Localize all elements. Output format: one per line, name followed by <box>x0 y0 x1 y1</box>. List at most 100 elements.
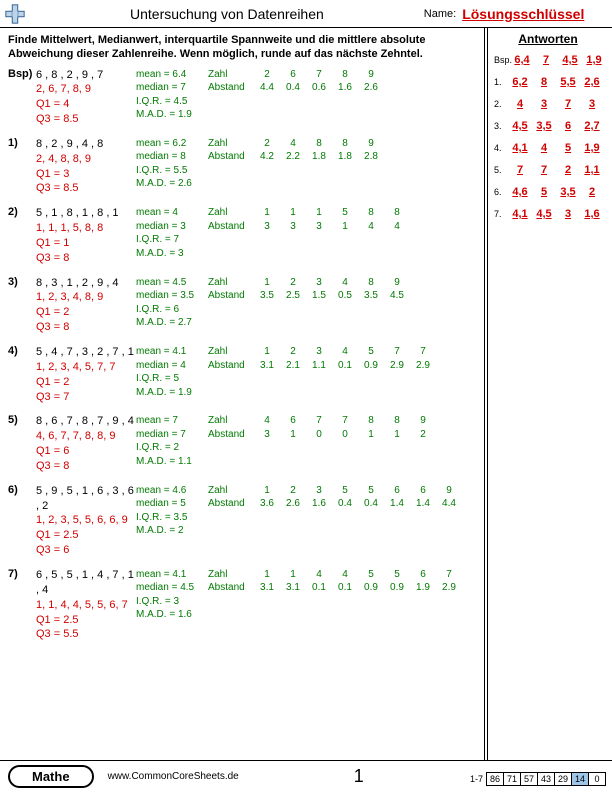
abstand-row: median = 7Abstand4.40.40.61.62.6 <box>136 81 382 95</box>
worksheet-title: Untersuchung von Datenreihen <box>130 6 324 22</box>
q1-value: Q1 = 1 <box>36 236 136 251</box>
median-value: median = 4.5 <box>136 581 204 595</box>
answer-value: 4,5 <box>534 208 554 220</box>
problem-row: 2)5 , 1 , 8 , 1 , 8 , 11, 1, 1, 5, 8, 8Q… <box>8 206 476 265</box>
zahl-cell: 6 <box>282 414 304 428</box>
median-value: median = 7 <box>136 428 204 442</box>
answer-value: 4 <box>534 142 554 154</box>
page-number: 1 <box>354 766 364 787</box>
zahl-cell: 8 <box>334 68 356 82</box>
answer-values: 4,53,562,7 <box>510 120 602 132</box>
zahl-label: Zahl <box>208 276 252 290</box>
sorted-data: 1, 2, 3, 4, 5, 7, 7 <box>36 360 136 375</box>
answer-value: 7 <box>558 98 578 110</box>
problem-data: 5 , 9 , 5 , 1 , 6 , 3 , 6 , 2 <box>36 484 136 514</box>
abstand-cell: 3 <box>256 220 278 234</box>
zahl-cell: 8 <box>360 276 382 290</box>
zahl-cell: 1 <box>256 206 278 220</box>
mean-value: mean = 4.5 <box>136 276 204 290</box>
abstand-cell: 2.9 <box>386 359 408 373</box>
abstand-cell: 3.5 <box>360 289 382 303</box>
abstand-cell: 0 <box>308 428 330 442</box>
zahl-cell: 2 <box>282 345 304 359</box>
abstand-label: Abstand <box>208 359 252 373</box>
zahl-label: Zahl <box>208 137 252 151</box>
zahl-cell: 9 <box>386 276 408 290</box>
abstand-cell: 0.1 <box>334 359 356 373</box>
abstand-cell: 2.9 <box>438 581 460 595</box>
q1-value: Q1 = 2 <box>36 305 136 320</box>
abstand-label: Abstand <box>208 497 252 511</box>
problem-data: 6 , 8 , 2 , 9 , 7 <box>36 68 136 83</box>
answer-label: 5. <box>494 165 510 175</box>
problem-right: mean = 4.6Zahl12355669median = 5Abstand3… <box>136 484 460 558</box>
abstand-cell: 1.1 <box>308 359 330 373</box>
problem-data: 8 , 2 , 9 , 4 , 8 <box>36 137 136 152</box>
q1-value: Q1 = 2 <box>36 375 136 390</box>
plus-icon <box>4 3 26 25</box>
answer-value: 4,1 <box>510 142 530 154</box>
zahl-cell: 5 <box>334 206 356 220</box>
abstand-cell: 4 <box>360 220 382 234</box>
abstand-label: Abstand <box>208 289 252 303</box>
answers-sidebar: Antworten Bsp.6,474,51,91.6,285,52,62.43… <box>488 28 608 760</box>
zahl-cell: 1 <box>256 276 278 290</box>
answer-value: 4,1 <box>510 208 530 220</box>
zahl-cell: 8 <box>360 414 382 428</box>
median-value: median = 3.5 <box>136 289 204 303</box>
zahl-cell: 3 <box>308 276 330 290</box>
answer-values: 6,285,52,6 <box>510 76 602 88</box>
mean-value: mean = 6.2 <box>136 137 204 151</box>
iqr-value: I.Q.R. = 5 <box>136 372 434 386</box>
zahl-cell: 7 <box>334 414 356 428</box>
answer-value: 1,9 <box>582 142 602 154</box>
zahl-cell: 1 <box>308 206 330 220</box>
abstand-cell: 2.6 <box>282 497 304 511</box>
mad-value: M.A.D. = 1.6 <box>136 608 460 622</box>
mad-value: M.A.D. = 1.9 <box>136 108 382 122</box>
zahl-cell: 5 <box>360 345 382 359</box>
problem-label: 7) <box>8 568 36 642</box>
q1-value: Q1 = 2.5 <box>36 613 136 628</box>
zahl-cell: 6 <box>386 484 408 498</box>
zahl-cell: 1 <box>256 484 278 498</box>
zahl-cell: 7 <box>308 68 330 82</box>
mean-value: mean = 7 <box>136 414 204 428</box>
abstand-cell: 3.1 <box>256 581 278 595</box>
zahl-row: mean = 7Zahl4677889 <box>136 414 434 428</box>
answer-value: 7 <box>536 54 556 66</box>
abstand-cell: 1 <box>334 220 356 234</box>
abstand-row: median = 3.5Abstand3.52.51.50.53.54.5 <box>136 289 408 303</box>
answer-value: 7 <box>510 164 530 176</box>
abstand-cell: 4.2 <box>256 150 278 164</box>
subject-badge: Mathe <box>8 765 94 788</box>
zahl-cell: 9 <box>438 484 460 498</box>
zahl-label: Zahl <box>208 345 252 359</box>
problem-label: 1) <box>8 137 36 196</box>
zahl-cell: 4 <box>334 568 356 582</box>
answer-value: 2,7 <box>582 120 602 132</box>
median-value: median = 5 <box>136 497 204 511</box>
abstand-cell: 4 <box>386 220 408 234</box>
iqr-value: I.Q.R. = 4.5 <box>136 95 382 109</box>
abstand-cell: 2.6 <box>360 81 382 95</box>
zahl-cell: 5 <box>360 484 382 498</box>
answer-value: 5 <box>558 142 578 154</box>
q3-value: Q3 = 8 <box>36 459 136 474</box>
abstand-cell: 3 <box>308 220 330 234</box>
answer-row: 3.4,53,562,7 <box>494 120 602 132</box>
zahl-label: Zahl <box>208 568 252 582</box>
zahl-cell: 5 <box>360 568 382 582</box>
zahl-cell: 4 <box>334 345 356 359</box>
answer-label: 3. <box>494 121 510 131</box>
answer-label: 7. <box>494 209 510 219</box>
zahl-cell: 4 <box>256 414 278 428</box>
mad-value: M.A.D. = 2.7 <box>136 316 408 330</box>
median-value: median = 3 <box>136 220 204 234</box>
abstand-cell: 1.9 <box>412 581 434 595</box>
iqr-value: I.Q.R. = 7 <box>136 233 408 247</box>
abstand-cell: 4.4 <box>438 497 460 511</box>
zahl-cell: 2 <box>256 68 278 82</box>
answer-value: 5,5 <box>558 76 578 88</box>
abstand-cell: 2 <box>412 428 434 442</box>
